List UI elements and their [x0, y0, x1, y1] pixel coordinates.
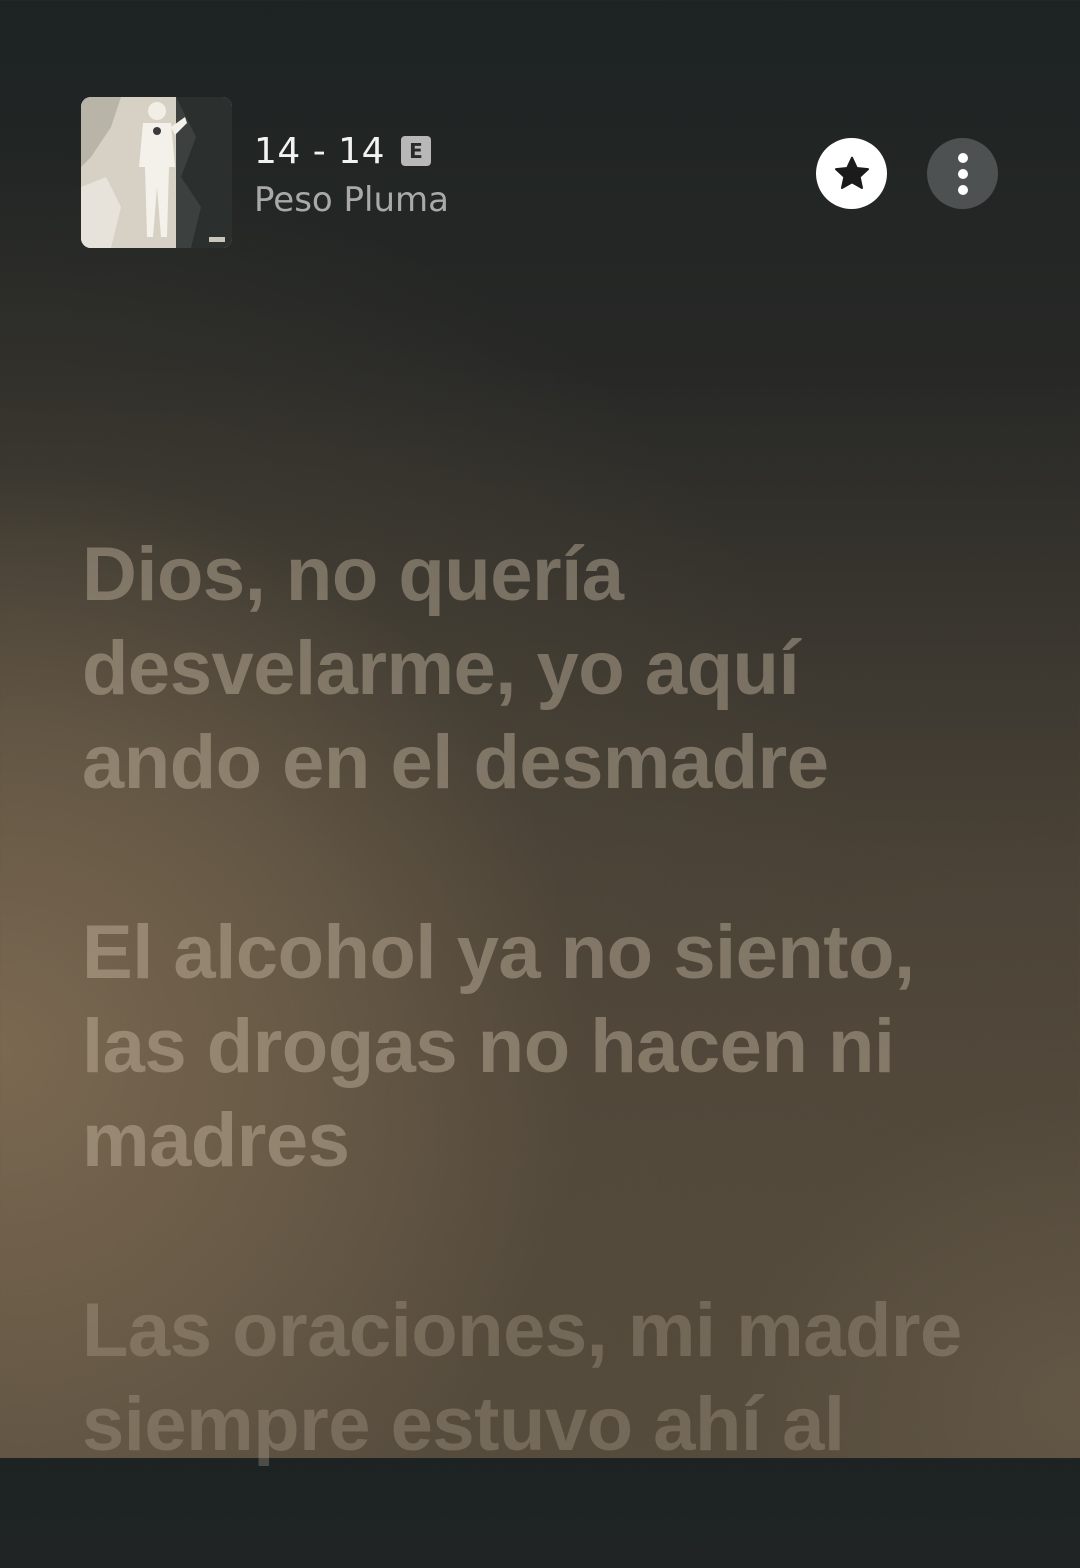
- lyric-line-2[interactable]: El alcohol ya no siento, las drogas no h…: [82, 906, 982, 1188]
- track-title-row: 14 - 14 E: [254, 128, 449, 174]
- explicit-badge: E: [401, 136, 431, 166]
- star-icon: [834, 156, 869, 189]
- album-art-image: [81, 97, 232, 248]
- lyric-line-3[interactable]: Las oraciones, mi madre siempre estuvo a…: [82, 1284, 982, 1472]
- track-title: 14 - 14: [254, 130, 385, 172]
- artist-name[interactable]: Peso Pluma: [254, 180, 449, 220]
- more-options-button[interactable]: [927, 138, 998, 209]
- lyric-line-1[interactable]: Dios, no quería desvelarme, yo aquí ando…: [82, 528, 982, 810]
- lyrics-container[interactable]: Dios, no quería desvelarme, yo aquí ando…: [82, 528, 982, 1568]
- vertical-ellipsis-icon: [957, 152, 968, 195]
- track-info[interactable]: 14 - 14 E Peso Pluma: [254, 128, 449, 221]
- album-art[interactable]: [81, 97, 232, 248]
- now-playing-header: 14 - 14 E Peso Pluma: [0, 0, 1080, 260]
- favorite-button[interactable]: [816, 138, 887, 209]
